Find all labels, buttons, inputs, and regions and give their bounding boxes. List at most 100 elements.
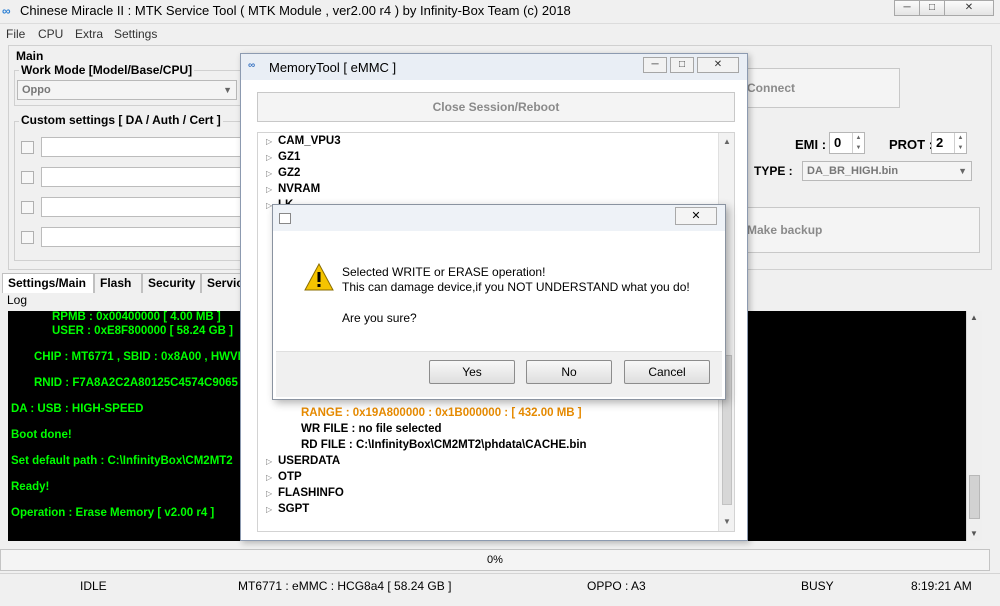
no-button[interactable]: No [526,360,612,384]
status-device: MT6771 : eMMC : HCG8a4 [ 58.24 GB ] [238,579,452,593]
tree-node[interactable]: ▷ CAM_VPU3 [266,135,341,147]
custom-extra-field[interactable] [41,227,242,247]
expand-icon[interactable]: ▷ [266,489,278,498]
tree-node[interactable]: ▷ USERDATA [266,455,340,467]
scroll-up-icon[interactable]: ▲ [970,313,978,322]
work-mode-value: Oppo [22,84,51,96]
expand-icon[interactable]: ▷ [266,153,278,162]
prot-label: PROT : [889,137,934,152]
log-line: RNID : F7A8A2C2A80125C4574C9065 [34,377,238,389]
maximize-button[interactable]: □ [919,0,945,16]
expand-icon[interactable]: ▷ [266,505,278,514]
expand-icon[interactable]: ▷ [266,137,278,146]
tree-node-label: OTP [278,471,302,483]
spin-down-icon[interactable]: ▼ [954,143,966,153]
memory-tool-title: MemoryTool [ eMMC ] [269,60,397,75]
prot-spinner[interactable]: 2 ▲ ▼ [931,132,967,154]
tree-node[interactable]: ▷ OTP [266,471,302,483]
menu-bar: File CPU Extra Settings [0,24,1000,44]
tree-node[interactable]: ▷ NVRAM [266,183,320,195]
custom-cert-field[interactable] [41,197,242,217]
expand-icon[interactable]: ▷ [266,185,278,194]
tree-node-label: USERDATA [278,455,341,467]
log-scrollbar[interactable]: ▲ ▼ [966,311,982,541]
tree-node[interactable]: ▷ SGPT [266,503,309,515]
tree-node-label: NVRAM [278,183,321,195]
tree-node-label: GZ2 [278,167,301,179]
expand-icon[interactable]: ▷ [266,473,278,482]
spin-up-icon[interactable]: ▲ [852,133,864,143]
chevron-down-icon: ▼ [223,85,232,95]
tree-node-label: CAM_VPU3 [278,135,341,147]
close-button[interactable]: ✕ [697,57,739,73]
dialog-close-button[interactable]: ✕ [675,207,717,225]
emi-spinner[interactable]: 0 ▲ ▼ [829,132,865,154]
wr-file-info[interactable]: WR FILE : no file selected [301,423,442,435]
custom-da-field[interactable] [41,137,242,157]
log-line: Ready! [11,481,50,493]
scroll-down-icon[interactable]: ▼ [970,529,978,538]
status-model: OPPO : A3 [587,579,646,593]
menu-extra[interactable]: Extra [75,27,103,41]
make-backup-button[interactable]: Make backup [740,207,980,253]
dialog-message-line1: Selected WRITE or ERASE operation! [342,265,546,279]
custom-extra-checkbox[interactable] [21,231,34,244]
cancel-button[interactable]: Cancel [624,360,710,384]
expand-icon[interactable]: ▷ [266,457,278,466]
tree-node[interactable]: ▷ GZ1 [266,151,300,163]
tab-settings-main[interactable]: Settings/Main [2,273,94,293]
log-line: Set default path : C:\InfinityBox\CM2MT2 [11,455,233,467]
infinity-icon: ∞ [248,60,256,71]
menu-settings[interactable]: Settings [114,27,157,41]
custom-auth-field[interactable] [41,167,242,187]
scroll-up-icon[interactable]: ▲ [723,137,731,146]
range-info: RANGE : 0x19A800000 : 0x1B000000 : [ 432… [301,407,582,419]
connect-button[interactable]: Connect [740,68,900,108]
warning-icon [304,263,334,291]
log-label: Log [7,293,28,307]
maximize-button[interactable]: □ [670,57,694,73]
tree-node-label: GZ1 [278,151,301,163]
dialog-message-line3: Are you sure? [342,311,417,325]
memory-tool-title-bar: ∞ MemoryTool [ eMMC ] ─ □ ✕ [241,54,747,80]
custom-da-checkbox[interactable] [21,141,34,154]
type-value: DA_BR_HIGH.bin [807,165,899,177]
main-group-label: Main [14,49,46,63]
tree-node[interactable]: ▷ GZ2 [266,167,300,179]
menu-file[interactable]: File [6,27,25,41]
minimize-button[interactable]: ─ [894,0,920,16]
close-button[interactable]: ✕ [944,0,994,16]
menu-cpu[interactable]: CPU [38,27,63,41]
scroll-down-icon[interactable]: ▼ [723,517,731,526]
status-busy: BUSY [801,579,834,593]
work-mode-select[interactable]: Oppo ▼ [17,80,237,100]
spin-up-icon[interactable]: ▲ [954,133,966,143]
log-line: RPMB : 0x00400000 [ 4.00 MB ] [52,311,221,323]
close-session-button[interactable]: Close Session/Reboot [257,92,735,122]
status-time: 8:19:21 AM [911,579,972,593]
yes-button[interactable]: Yes [429,360,515,384]
custom-cert-checkbox[interactable] [21,201,34,214]
minimize-button[interactable]: ─ [643,57,667,73]
tab-security[interactable]: Security [142,273,201,293]
tab-service[interactable]: Service [201,273,245,293]
emi-value: 0 [834,135,842,150]
dialog-title-bar: ✕ [273,205,725,231]
log-line: Boot done! [11,429,72,441]
tree-node[interactable]: ▷ FLASHINFO [266,487,344,499]
spin-down-icon[interactable]: ▼ [852,143,864,153]
type-label: TYPE : [754,164,793,178]
tab-flash[interactable]: Flash [94,273,142,293]
rd-file-info[interactable]: RD FILE : C:\InfinityBox\CM2MT2\phdata\C… [301,439,587,451]
custom-auth-checkbox[interactable] [21,171,34,184]
expand-icon[interactable]: ▷ [266,169,278,178]
make-backup-label: Make backup [747,223,823,237]
main-title-bar: ∞ Chinese Miracle II : MTK Service Tool … [0,0,1000,24]
status-state: IDLE [80,579,107,593]
type-select[interactable]: DA_BR_HIGH.bin ▼ [802,161,972,181]
log-scroll-thumb[interactable] [969,475,980,519]
emi-label: EMI : [795,137,827,152]
status-bar: IDLE MT6771 : eMMC : HCG8a4 [ 58.24 GB ]… [0,573,1000,596]
tree-node-label: SGPT [278,503,310,515]
connect-label: Connect [747,81,795,95]
